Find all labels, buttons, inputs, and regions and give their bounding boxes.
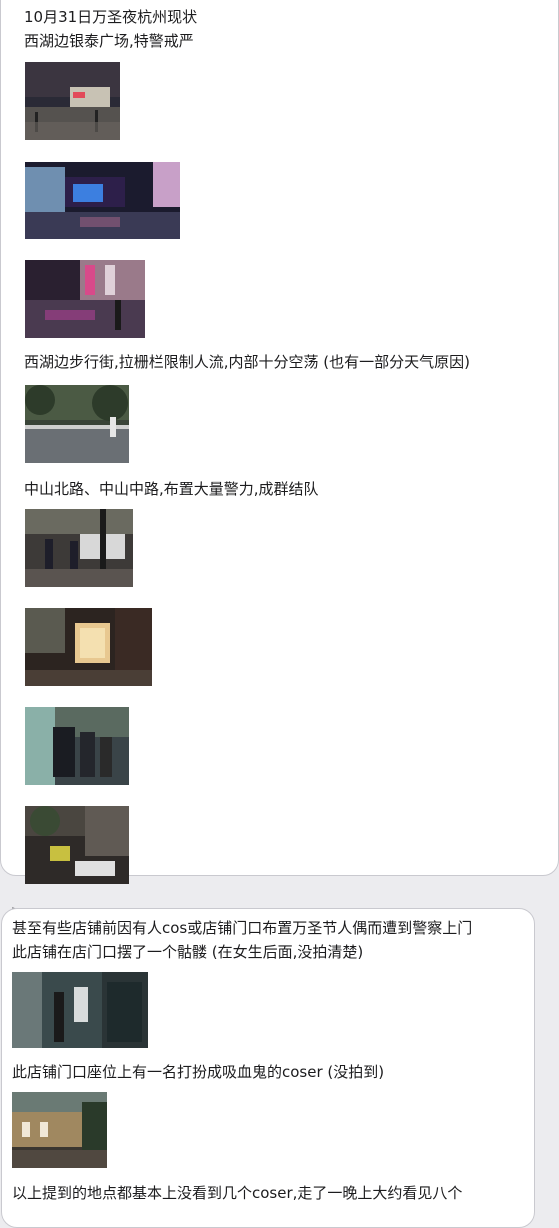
photo-thumbnail[interactable] <box>25 509 133 587</box>
message-text: 西湖边银泰广场,特警戒严 <box>24 32 194 50</box>
message-text: 10月31日万圣夜杭州现状 <box>24 8 198 26</box>
photo-thumbnail[interactable] <box>12 972 148 1048</box>
photo-thumbnail[interactable] <box>25 385 129 463</box>
photo-thumbnail[interactable] <box>12 1092 107 1168</box>
photo-thumbnail[interactable] <box>25 806 129 884</box>
photo-thumbnail[interactable] <box>25 62 120 140</box>
reply-text: 以上提到的地点都基本上没看到几个coser,走了一晚上大约看见八个 <box>12 1184 463 1202</box>
reply-text: 此店铺在店门口摆了一个骷髅 (在女生后面,没拍清楚) <box>12 943 364 961</box>
reply-text: 甚至有些店铺前因有人cos或店铺门口布置万圣节人偶而遭到警察上门 <box>12 919 473 937</box>
message-text: 西湖边步行街,拉栅栏限制人流,内部十分空荡 (也有一部分天气原因) <box>24 353 471 371</box>
photo-thumbnail[interactable] <box>25 608 152 686</box>
photo-thumbnail[interactable] <box>25 707 129 785</box>
photo-thumbnail[interactable] <box>25 260 145 338</box>
photo-thumbnail[interactable] <box>25 162 180 239</box>
message-text: 中山北路、中山中路,布置大量警力,成群结队 <box>24 480 319 498</box>
reply-text: 此店铺门口座位上有一名打扮成吸血鬼的coser (没拍到) <box>12 1063 385 1081</box>
